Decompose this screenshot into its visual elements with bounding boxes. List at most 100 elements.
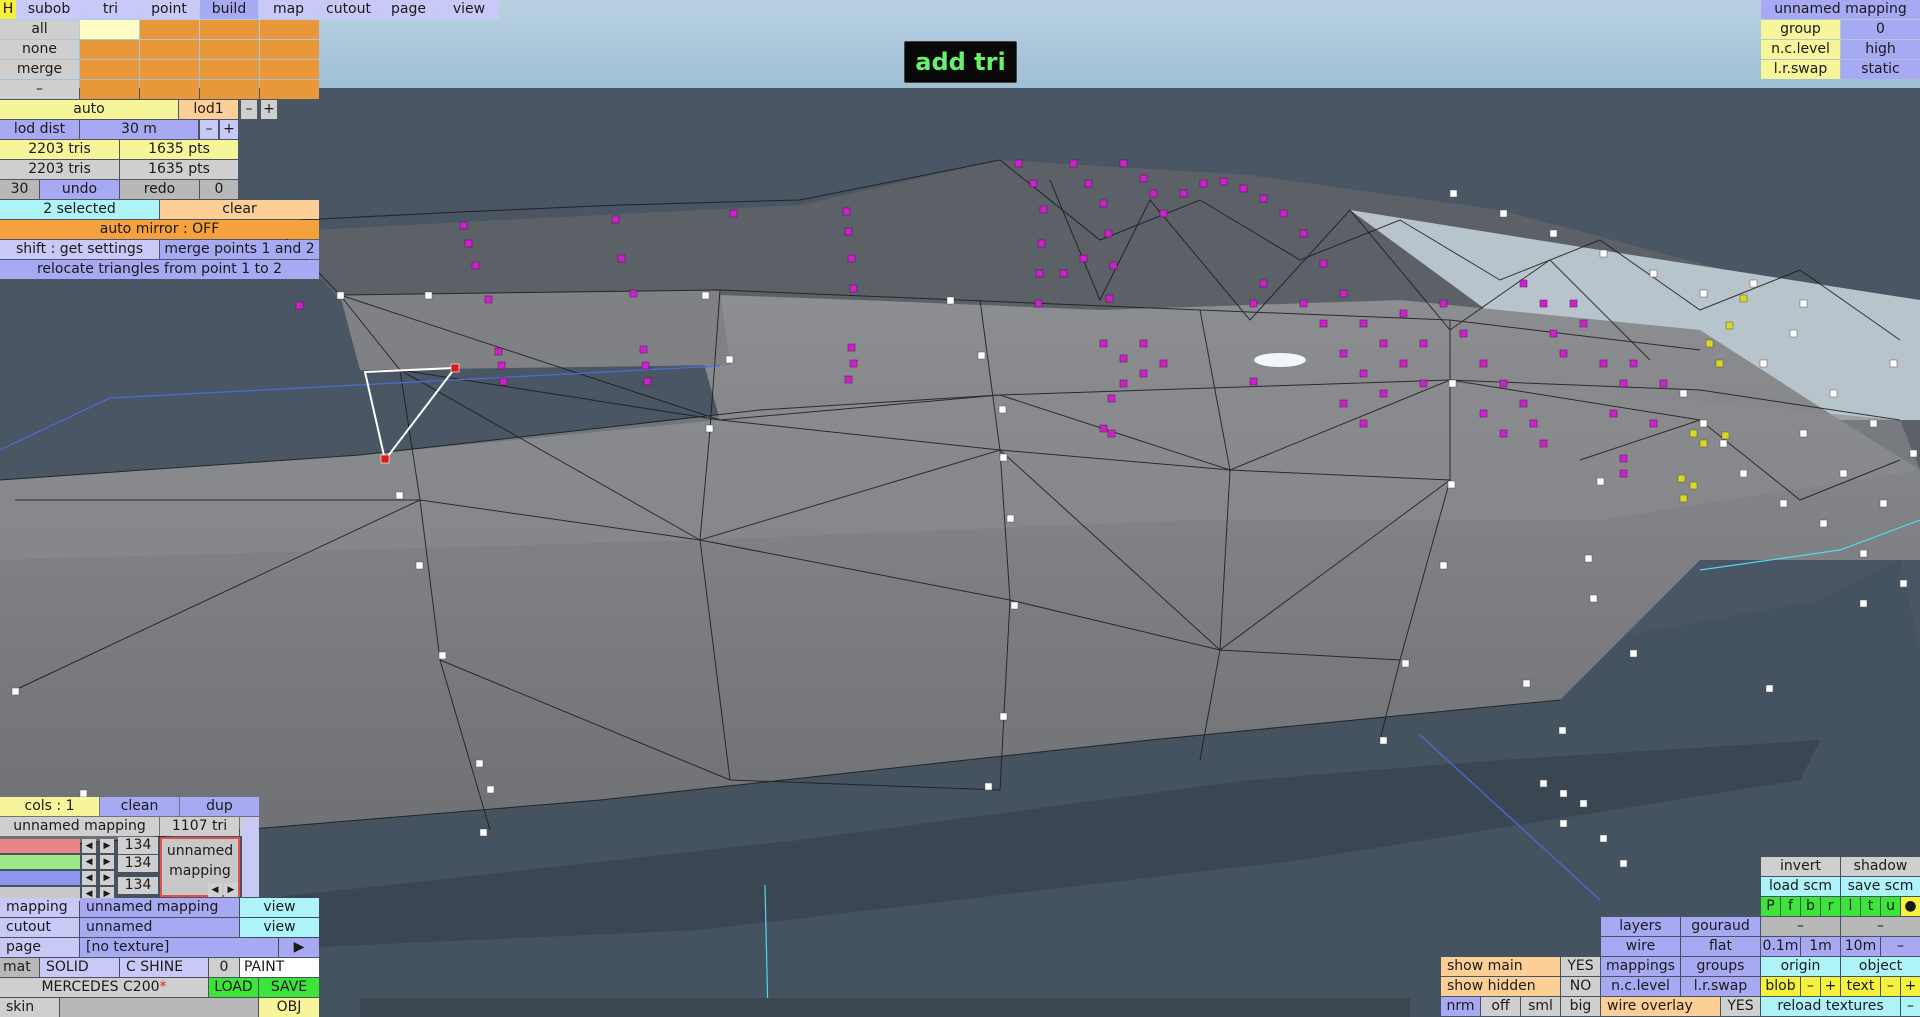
view-back-button[interactable]: b [1801,897,1820,916]
grid-1m-button[interactable]: 1m [1801,937,1840,956]
mat-index[interactable]: 0 [209,958,239,977]
swatch-orange[interactable] [80,80,139,99]
arrow-left-icon[interactable]: ◀ [208,883,222,897]
blue-channel-value[interactable]: 134 [118,877,158,894]
cutout-view-button[interactable]: view [240,918,319,937]
view-left-button[interactable]: l [1841,897,1860,916]
green-channel-swatch[interactable] [0,855,80,869]
grid-10m-button[interactable]: 10m [1841,937,1880,956]
tab-page[interactable]: page [379,0,438,19]
swatch-orange[interactable] [140,20,199,39]
grid-0.1m-button[interactable]: 0.1m [1761,937,1800,956]
blue-channel-swatch[interactable] [0,871,80,885]
lod-minus-button[interactable]: – [241,100,257,119]
arrow-right-icon[interactable]: ▶ [224,883,238,897]
blob-minus-button[interactable]: – [1801,977,1820,996]
mapping-select[interactable]: unnamed mapping [80,898,239,917]
swatch-orange[interactable] [140,40,199,59]
swatch-orange[interactable] [260,60,319,79]
nclevel-value[interactable]: high [1841,40,1920,59]
swatch-yellow[interactable] [80,20,139,39]
tab-view[interactable]: view [439,0,499,19]
lrswap-value[interactable]: static [1841,60,1920,79]
tab-subob[interactable]: subob [16,0,82,19]
lod-dist-minus[interactable]: – [200,120,218,139]
blob-button[interactable]: blob [1761,977,1800,996]
tab-cutout[interactable]: cutout [319,0,378,19]
cshine-button[interactable]: C SHINE [120,958,208,977]
paint-button[interactable]: PAINT [240,958,319,977]
red-channel-swatch[interactable] [0,839,80,853]
select-all-button[interactable]: all [0,20,79,39]
page-next-icon[interactable]: ▶ [279,938,319,957]
swatch-orange[interactable] [200,80,259,99]
view-under-button[interactable]: u [1881,897,1900,916]
select-none-button[interactable]: none [0,40,79,59]
lod-dist-value[interactable]: 30 m [80,120,198,139]
arrow-left-icon[interactable]: ◀ [82,871,96,885]
view-right-button[interactable]: r [1821,897,1840,916]
wire-button[interactable]: wire [1601,937,1680,956]
swatch-orange[interactable] [260,20,319,39]
dash-button[interactable]: – [1841,917,1920,936]
lod-dist-plus[interactable]: + [220,120,238,139]
cutout-select[interactable]: unnamed [80,918,239,937]
tab-map[interactable]: map [259,0,318,19]
normals-off-button[interactable]: off [1481,997,1520,1016]
clear-selection-button[interactable]: clear [160,200,319,219]
dash-button[interactable]: – [1761,917,1840,936]
load-scm-button[interactable]: load scm [1761,877,1840,896]
origin-button[interactable]: origin [1761,957,1840,976]
arrow-right-icon[interactable]: ▶ [100,839,114,853]
arrow-right-icon[interactable]: ▶ [100,855,114,869]
view-dot-icon[interactable]: ● [1901,897,1920,916]
text-button[interactable]: text [1841,977,1880,996]
page-select[interactable]: [no texture] [80,938,278,957]
object-button[interactable]: object [1841,957,1920,976]
reload-minus-button[interactable]: – [1901,997,1920,1016]
normals-nrm-button[interactable]: nrm [1441,997,1480,1016]
redo-button[interactable]: redo [120,180,199,199]
tab-point[interactable]: point [139,0,199,19]
normals-big-button[interactable]: big [1561,997,1600,1016]
tab-build[interactable]: build [200,0,258,19]
clean-button[interactable]: clean [100,797,179,816]
lod-plus-button[interactable]: + [261,100,277,119]
view-perspective-button[interactable]: P [1761,897,1780,916]
tab-tri[interactable]: tri [83,0,138,19]
obj-button[interactable]: OBJ [259,998,319,1017]
layers-button[interactable]: layers [1601,917,1680,936]
swatch-orange[interactable] [260,80,319,99]
swatch-orange[interactable] [200,60,259,79]
auto-mirror-toggle[interactable]: auto mirror : OFF [0,220,319,239]
gouraud-button[interactable]: gouraud [1681,917,1760,936]
lrswap-button[interactable]: l.r.swap [1681,977,1760,996]
shadow-button[interactable]: shadow [1841,857,1920,876]
swatch-orange[interactable] [200,40,259,59]
dup-button[interactable]: dup [180,797,259,816]
solid-button[interactable]: SOLID [40,958,119,977]
arrow-right-icon[interactable]: ▶ [100,871,114,885]
red-channel-value[interactable]: 134 [118,837,158,854]
flat-button[interactable]: flat [1681,937,1760,956]
lod-level[interactable]: lod1 [179,100,238,119]
skin-select[interactable] [60,998,258,1017]
grid-minus-button[interactable]: – [1881,937,1920,956]
merge-points-button[interactable]: merge points 1 and 2 [160,240,319,259]
invert-button[interactable]: invert [1761,857,1840,876]
swatch-orange[interactable] [80,60,139,79]
3d-viewport[interactable] [0,0,1920,1017]
lod-auto-button[interactable]: auto [0,100,178,119]
blob-plus-button[interactable]: + [1821,977,1840,996]
mapping-view-button[interactable]: view [240,898,319,917]
merge-button[interactable]: merge [0,60,79,79]
reload-textures-button[interactable]: reload textures [1761,997,1900,1016]
relocate-triangles-button[interactable]: relocate triangles from point 1 to 2 [0,260,319,279]
show-hidden-toggle[interactable]: NO [1561,977,1600,996]
groups-button[interactable]: groups [1681,957,1760,976]
mappings-button[interactable]: mappings [1601,957,1680,976]
view-top-button[interactable]: t [1861,897,1880,916]
wire-overlay-toggle[interactable]: YES [1721,997,1760,1016]
tab-h[interactable]: H [0,0,16,19]
arrow-left-icon[interactable]: ◀ [82,855,96,869]
